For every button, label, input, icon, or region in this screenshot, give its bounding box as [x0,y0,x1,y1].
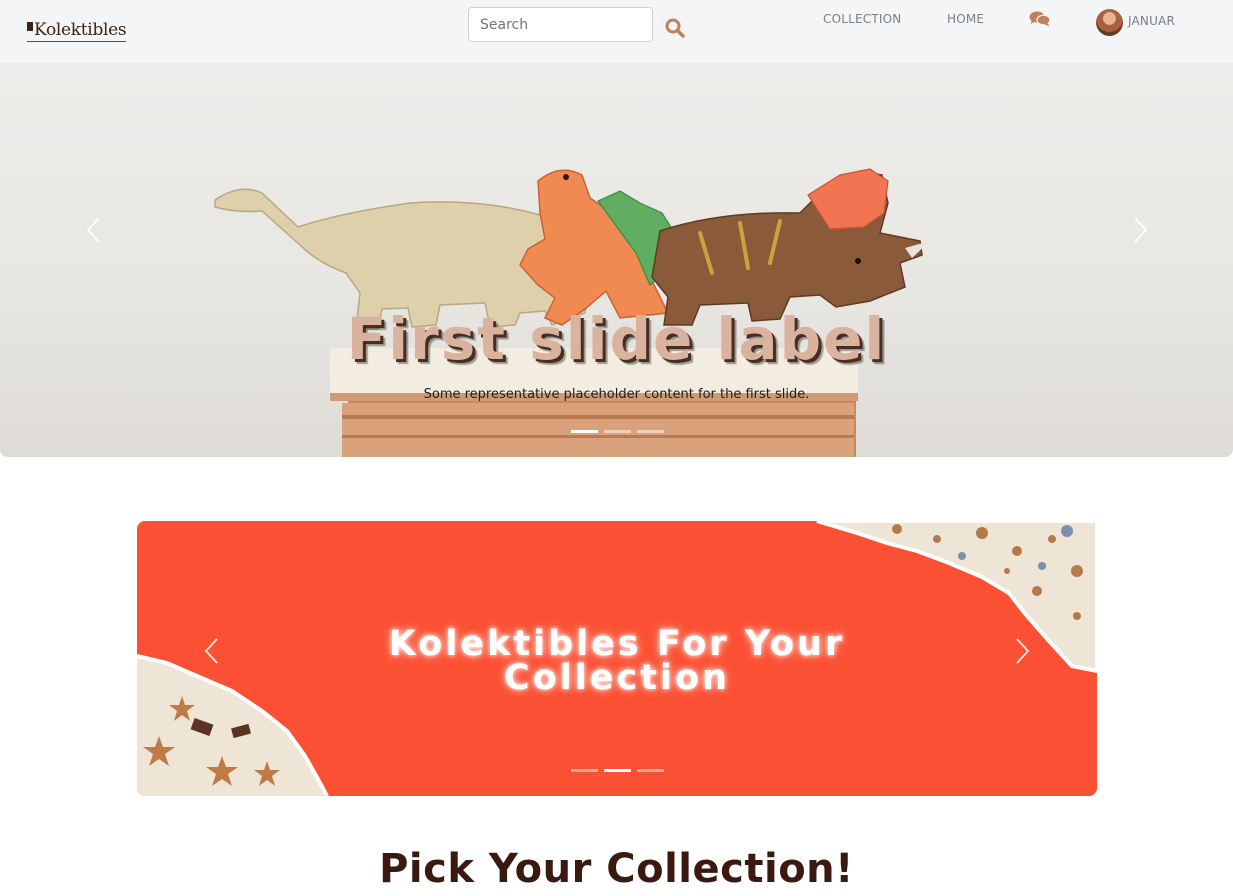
nav-link-collection[interactable]: COLLECTION [823,12,901,26]
promo-slide-title: Kolektibles For Your Collection [137,627,1097,698]
brand-mark-icon [27,22,33,31]
promo-indicator-1[interactable] [571,769,598,772]
brand-name: Kolektibles [34,20,127,40]
hero-indicator-1[interactable] [571,430,598,433]
promo-title-line-2: Collection [504,658,730,698]
promo-indicator-2[interactable] [604,769,631,772]
user-avatar[interactable] [1096,9,1123,36]
section-heading: Pick Your Collection! [379,846,854,892]
hero-next-arrow-icon[interactable] [1133,216,1149,244]
user-name[interactable]: JANUAR [1128,14,1175,28]
brand-logo[interactable]: Kolektibles [27,20,127,42]
promo-carousel: Kolektibles For Your Collection [137,521,1097,796]
navbar: Kolektibles COLLECTION HOME JANUAR [0,0,1233,63]
hero-slide-title: First slide label [346,305,887,373]
hero-indicator-2[interactable] [604,430,631,433]
promo-carousel-indicators [571,769,664,772]
promo-indicator-3[interactable] [637,769,664,772]
hero-carousel: First slide label Some representative pl… [0,63,1233,457]
hero-indicator-3[interactable] [637,430,664,433]
nav-link-home[interactable]: HOME [947,12,984,26]
search-input[interactable] [468,7,653,42]
hero-prev-arrow-icon[interactable] [85,216,101,244]
hero-slide-caption: Some representative placeholder content … [423,387,810,402]
hero-carousel-indicators [571,430,664,433]
search-icon[interactable] [664,17,686,39]
chat-icon[interactable] [1029,10,1051,28]
